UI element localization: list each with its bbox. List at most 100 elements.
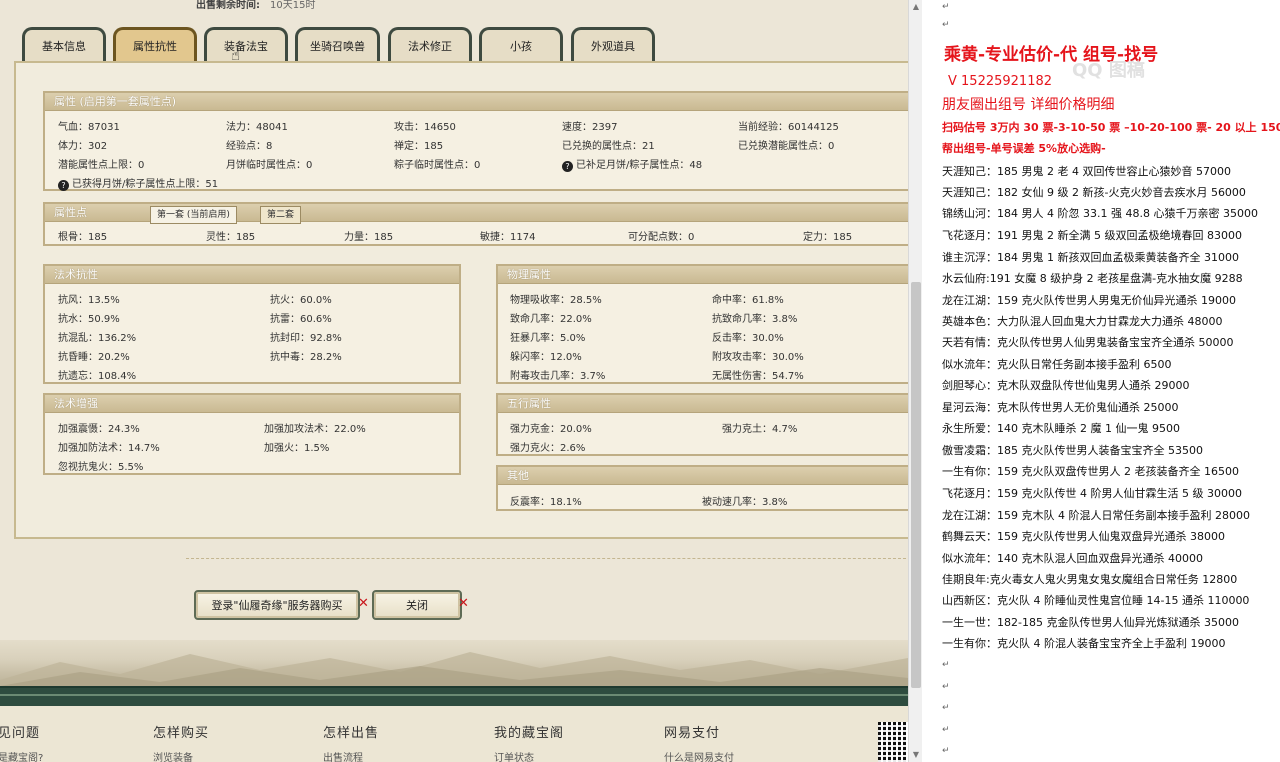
point-constitution: 根骨：185 [58,232,108,243]
doc-prices: 扫码估号 3万内 30 票-3-10-50 票 –10-20-100 票- 20… [942,121,1280,134]
attr-attack: 攻击：14650 [394,122,456,133]
enhancement-title: 法术增强 [45,395,459,413]
listing-line: 飞花逐月：191 男鬼 2 新全满 5 级双回孟极绝境春回 83000 [942,229,1242,242]
question-icon[interactable]: ? [562,161,573,172]
attributes-panel: 属性 (启用第一套属性点) 气血：87031 法力：48041 攻击：14650… [43,91,908,191]
attributes-title: 属性 (启用第一套属性点) [45,93,908,111]
phys-extra-attack: 附攻攻击率：30.0% [712,352,804,363]
attr-exp: 当前经验：60144125 [738,122,839,133]
watermark: QQ 图稿 [1072,60,1145,81]
five-elements-title: 五行属性 [498,395,908,413]
listing-line: 似水流年：克火队日常任务副本接手盈利 6500 [942,358,1172,371]
sale-remaining: 出售剩余时间: 10天15时 [196,0,316,11]
listing-line: 谁主沉浮：184 男鬼 1 新孩双回血孟极乘黄装备齐全 31000 [942,251,1239,264]
scroll-thumb[interactable] [911,282,921,688]
listing-line: 山西新区：克火队 4 阶睡仙灵性鬼宫位睡 14-15 通杀 110000 [942,594,1250,607]
footer-col-sell: 怎样出售 出售流程 [323,726,380,762]
phys-neutral-dmg: 无属性伤害：54.7% [712,371,804,382]
resist-sleep: 抗昏睡：20.2% [58,352,130,363]
listing-line: 天涯知己：182 女仙 9 级 2 新孩-火克火妙音去疾水月 56000 [942,186,1246,199]
other-passive-speed: 被动速几率：3.8% [702,497,788,508]
footer-col-pay: 网易支付 什么是网易支付 [664,726,734,762]
attr-exchanged-potential: 已兑换潜能属性点：0 [738,141,835,152]
resist-poison: 抗中毒：28.2% [270,352,342,363]
resist-chaos: 抗混乱：136.2% [58,333,137,344]
vertical-scrollbar[interactable]: ▲ ▼ [908,0,922,762]
tab-attributes-resistance[interactable]: 属性抗性 [113,27,197,61]
enh-def-spell: 加强加防法术：14.7% [58,443,160,454]
tab-content: 属性 (启用第一套属性点) 气血：87031 法力：48041 攻击：14650… [14,61,908,539]
tab-child[interactable]: 小孩 [479,27,563,61]
point-endurance: 定力：185 [803,232,853,243]
mountain-banner [0,640,908,688]
attr-cap-note: ? 已获得月饼/粽子属性点上限：51 [58,175,218,191]
footer-link[interactable]: 浏览装备 [153,749,209,762]
tab-basic-info[interactable]: 基本信息 [22,27,106,61]
footer-link[interactable]: 是藏宝阁? [0,749,43,762]
phys-crit: 致命几率：22.0% [510,314,592,325]
tab-spell-correction[interactable]: 法术修正 [388,27,472,61]
resistance-panel: 法术抗性 抗风：13.5% 抗火：60.0% 抗水：50.9% 抗雷：60.6%… [43,264,461,384]
listing-line: 一生一世：182-185 克金队传世男人仙异光炼狱通杀 35000 [942,616,1239,629]
physical-panel: 物理属性 物理吸收率：28.5% 命中率：61.8% 致命几率：22.0% 抗致… [496,264,908,384]
resist-seal: 抗封印：92.8% [270,333,342,344]
footer-link[interactable]: 订单状态 [494,749,564,762]
attr-zongzi-temp: 粽子临时属性点：0 [394,160,481,171]
divider [186,558,906,559]
other-panel: 其他 反震率：18.1% 被动速几率：3.8% [496,465,908,511]
doc-moments: 朋友圈出组号 详细价格明细 [942,97,1115,113]
listing-line: 傲雪凌霜：185 克火队传世男人装备宝宝齐全 53500 [942,444,1203,457]
point-spirit: 灵性：185 [206,232,256,243]
close-x-icon: ✕ [358,596,369,611]
points-panel: 属性点 第一套 (当前启用) 第二套 根骨：185 灵性：185 力量：185 … [43,202,908,246]
other-reflect: 反震率：18.1% [510,497,582,508]
tab-bar: 基本信息 属性抗性 装备法宝 坐骑召唤兽 法术修正 小孩 外观道具 [22,27,908,61]
scroll-up-icon[interactable]: ▲ [909,0,923,14]
footer-link[interactable]: 出售流程 [323,749,379,762]
resist-wind: 抗风：13.5% [58,295,120,306]
close-button[interactable]: 关闭 [372,590,462,620]
close-x-icon: ✕ [458,596,469,611]
resist-forget: 抗遗忘：108.4% [58,371,137,382]
wx-earth: 强力克土：4.7% [722,424,798,435]
phys-dodge: 躲闪率：12.0% [510,352,582,363]
footer-col-faq: 见问题 是藏宝阁? [0,726,44,762]
phys-anti-crit: 抗致命几率：3.8% [712,314,798,325]
phys-rage: 狂暴几率：5.0% [510,333,586,344]
tab-appearance[interactable]: 外观道具 [571,27,655,61]
qr-code-icon [878,722,908,762]
listing-line: 天若有情：克火队传世男人仙男鬼装备宝宝齐全通杀 50000 [942,336,1234,349]
attr-mooncake-temp: 月饼临时属性点：0 [226,160,313,171]
login-buy-button[interactable]: 登录"仙履奇缘"服务器购买 [194,590,360,620]
listing-line: 天涯知己：185 男鬼 2 老 4 双回传世容止心猿妙音 57000 [942,165,1231,178]
tab-equipment[interactable]: 装备法宝 [204,27,288,61]
paragraph-mark-icon: ↵ [942,2,950,12]
subtab-set-one[interactable]: 第一套 (当前启用) [150,206,237,224]
listing-line: 飞花逐月：159 克火队传世 4 阶男人仙甘霖生活 5 级 30000 [942,487,1242,500]
listing-line: 龙在江湖：159 克火队传世男人男鬼无价仙异光通杀 19000 [942,294,1236,307]
physical-title: 物理属性 [498,266,908,284]
subtab-set-two[interactable]: 第二套 [260,206,302,224]
footer-col-mine: 我的藏宝阁 订单状态 [494,726,565,762]
doc-phone: V 15225921182 [948,74,1053,89]
paragraph-mark-icon: ↵ [942,682,950,692]
footer-link[interactable]: 什么是网易支付 [664,749,734,762]
point-strength: 力量：185 [344,232,394,243]
phys-absorb: 物理吸收率：28.5% [510,295,602,306]
listing-line: 佳期良年:克火毒女人鬼火男鬼女鬼女魔组合日常任务 12800 [942,573,1238,586]
enh-fire: 加强火：1.5% [264,443,330,454]
footer-col-buy: 怎样购买 浏览装备 [153,726,210,762]
point-agility: 敏捷：1174 [480,232,536,243]
listing-line: 鹤舞云天：159 克火队传世男人仙鬼双盘异光通杀 38000 [942,530,1225,543]
phys-poison-attack: 附毒攻击几率：3.7% [510,371,606,382]
listing-line: 星河云海：克木队传世男人无价鬼仙通杀 25000 [942,401,1179,414]
tab-mount-summon[interactable]: 坐骑召唤兽 [295,27,380,61]
scroll-down-icon[interactable]: ▼ [909,748,923,762]
question-icon[interactable]: ? [58,180,69,191]
attr-exchanged: 已兑换的属性点：21 [562,141,655,152]
phys-hit: 命中率：61.8% [712,295,784,306]
attr-potential-cap: 潜能属性点上限：0 [58,160,145,171]
listing-line: 水云仙府:191 女魔 8 级护身 2 老孩星盘满-克水抽女魔 9288 [942,272,1243,285]
enh-ignore-ghostfire: 忽视抗鬼火：5.5% [58,462,144,473]
game-panel: 出售剩余时间: 10天15时 基本信息 属性抗性 装备法宝 坐骑召唤兽 法术修正 … [0,0,908,762]
